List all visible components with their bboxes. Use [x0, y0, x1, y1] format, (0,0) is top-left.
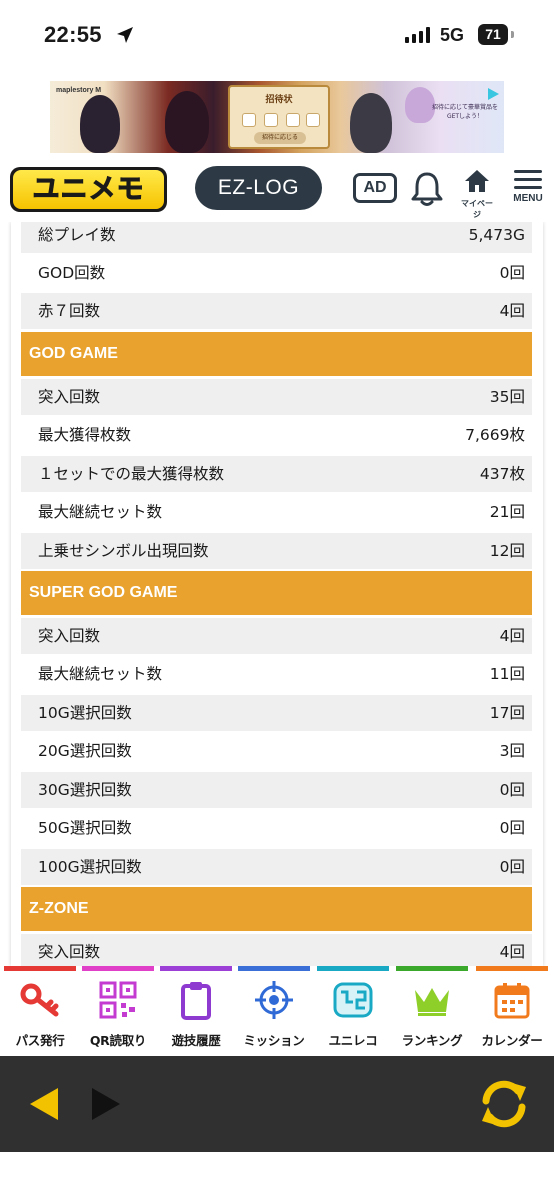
- nav-pass-issue[interactable]: パス発行: [4, 966, 76, 1056]
- banner-brand: maplestory M: [56, 87, 102, 94]
- reload-icon[interactable]: [478, 1079, 530, 1129]
- nav-ranking[interactable]: ランキング: [396, 966, 468, 1056]
- ad-toggle-button[interactable]: AD: [353, 173, 397, 203]
- banner-side-text: 招待に応じて豪華賞品をGETしよう！: [431, 104, 498, 120]
- table-row: 上乗せシンボル出現回数 12回: [21, 533, 532, 569]
- table-row: GOD回数 0回: [21, 255, 532, 291]
- hamburger-icon: [511, 170, 545, 189]
- battery-icon: 71: [478, 24, 508, 45]
- table-row: 20G選択回数 3回: [21, 733, 532, 769]
- nav-label: QR読取り: [89, 1033, 147, 1048]
- nav-label: ミッション: [243, 1033, 305, 1048]
- qr-code-icon: [99, 981, 137, 1019]
- unireco-icon: [333, 982, 373, 1018]
- table-row: 100G選択回数 0回: [21, 849, 532, 885]
- network-type: 5G: [440, 25, 465, 45]
- ad-banner[interactable]: maplestory M 招待状 招待に応じる 招待に応じて豪華賞品をGETしよ…: [50, 81, 504, 153]
- site-logo[interactable]: ユニメモ: [10, 167, 167, 212]
- nav-unireco[interactable]: ユニレコ: [317, 966, 389, 1056]
- ezlog-button[interactable]: EZ-LOG: [195, 166, 322, 210]
- back-arrow-icon[interactable]: [28, 1086, 60, 1122]
- browser-toolbar: [0, 1056, 554, 1152]
- menu-label: MENU: [513, 193, 543, 204]
- home-icon: [465, 170, 489, 192]
- play-triangle-icon: [488, 88, 499, 100]
- nav-mission[interactable]: ミッション: [238, 966, 310, 1056]
- mypage-button[interactable]: マイページ: [458, 168, 496, 220]
- menu-button[interactable]: MENU: [511, 170, 545, 204]
- table-row: 10G選択回数 17回: [21, 695, 532, 731]
- signal-icon: [405, 27, 430, 43]
- clipboard-icon: [181, 982, 211, 1020]
- nav-label: パス発行: [15, 1033, 65, 1048]
- table-row: 突入回数 4回: [21, 934, 532, 966]
- status-bar: 22:55 5G 71: [0, 0, 554, 74]
- section-header-god-game: GOD GAME: [21, 332, 532, 376]
- nav-label: ユニレコ: [328, 1033, 378, 1048]
- table-row: 赤７回数 4回: [21, 293, 532, 329]
- section-header-z-zone: Z-ZONE: [21, 887, 532, 931]
- location-arrow-icon: [117, 27, 133, 43]
- forward-arrow-icon[interactable]: [90, 1086, 122, 1122]
- nav-play-history[interactable]: 遊技履歴: [160, 966, 232, 1056]
- table-row: 突入回数 4回: [21, 618, 532, 654]
- status-time: 22:55: [44, 22, 102, 47]
- table-row: 最大獲得枚数 7,669枚: [21, 417, 532, 453]
- table-row: 突入回数 35回: [21, 379, 532, 415]
- banner-character-3: [350, 93, 392, 153]
- nav-calendar[interactable]: カレンダー: [476, 966, 548, 1056]
- mypage-label: マイページ: [461, 199, 493, 219]
- crown-icon: [415, 988, 449, 1016]
- stats-content[interactable]: 総プレイ数 5,473G GOD回数 0回 赤７回数 4回 GOD GAME 突…: [0, 222, 554, 966]
- banner-invitation-card: 招待状 招待に応じる: [228, 85, 330, 149]
- table-row: 総プレイ数 5,473G: [21, 222, 532, 253]
- table-row: 最大継続セット数 11回: [21, 656, 532, 692]
- table-row: 50G選択回数 0回: [21, 810, 532, 846]
- bell-icon[interactable]: [410, 170, 444, 208]
- table-row: １セットでの最大獲得枚数 437枚: [21, 456, 532, 492]
- banner-character-2: [165, 91, 209, 153]
- target-icon: [255, 981, 293, 1019]
- banner-character-1: [80, 95, 120, 153]
- nav-qr-scan[interactable]: QR読取り: [82, 966, 154, 1056]
- home-indicator-area: [0, 1152, 554, 1200]
- bottom-nav: パス発行 QR読取り 遊技履歴 ミッション ユニレコ ランキング カレンダー: [0, 966, 554, 1056]
- table-row: 最大継続セット数 21回: [21, 494, 532, 530]
- key-icon: [20, 983, 59, 1017]
- section-header-super-god-game: SUPER GOD GAME: [21, 571, 532, 615]
- nav-label: カレンダー: [481, 1033, 543, 1048]
- nav-label: ランキング: [401, 1033, 463, 1048]
- nav-label: 遊技履歴: [171, 1033, 221, 1048]
- calendar-icon: [494, 983, 530, 1019]
- table-row: 30G選択回数 0回: [21, 772, 532, 808]
- site-header: ユニメモ EZ-LOG AD マイページ MENU: [0, 158, 554, 222]
